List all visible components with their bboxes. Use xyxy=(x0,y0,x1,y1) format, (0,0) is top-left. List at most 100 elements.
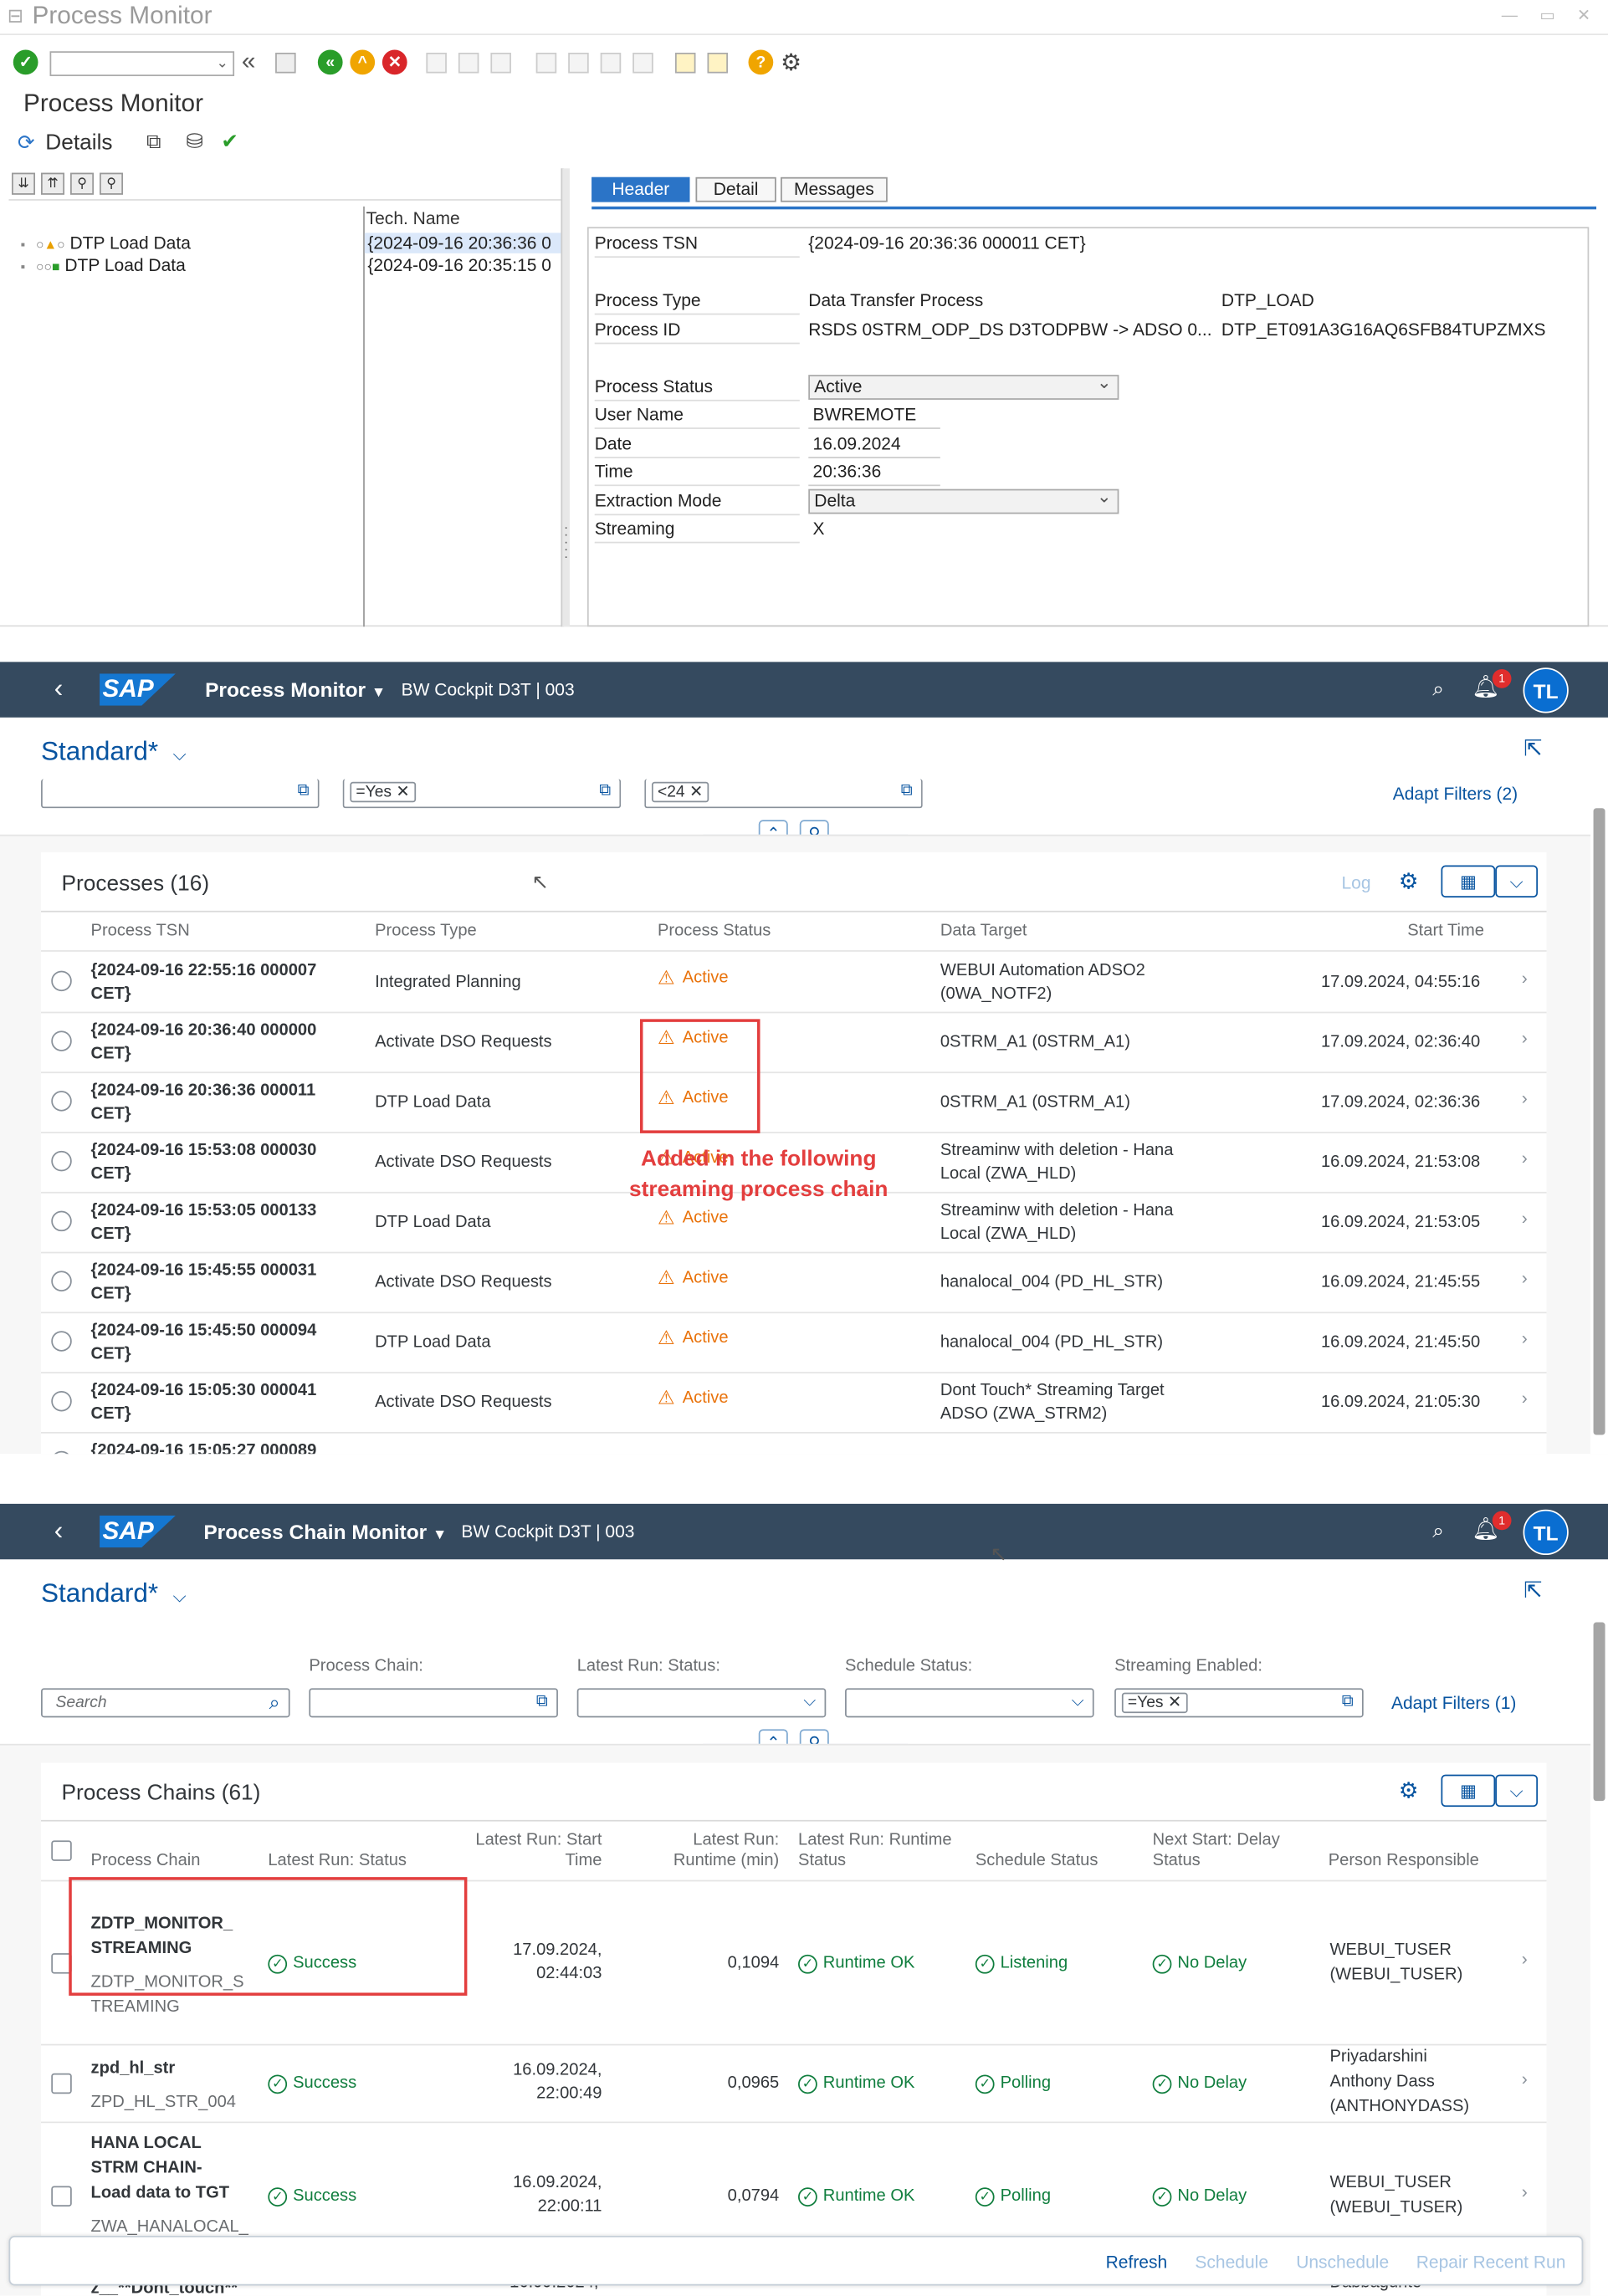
back-icon[interactable]: « xyxy=(317,49,343,75)
schedule-button[interactable]: Schedule xyxy=(1195,2252,1268,2273)
tree-row[interactable]: ▪ ○▲○ DTP Load Data xyxy=(21,233,191,253)
row-navigation-icon[interactable]: › xyxy=(1522,1328,1528,1349)
row-navigation-icon[interactable]: › xyxy=(1522,1088,1528,1109)
col-process-tsn[interactable]: Process TSN xyxy=(91,921,190,942)
row-radio[interactable] xyxy=(51,1390,72,1412)
back-double-icon[interactable]: « xyxy=(242,47,256,76)
app-title-menu[interactable]: Process Monitor ▼ xyxy=(205,678,386,701)
value-help-icon[interactable]: ⧉ xyxy=(599,782,611,801)
row-radio[interactable] xyxy=(51,970,72,992)
filter-field[interactable]: <24 ✕ ⧉ xyxy=(644,779,923,809)
extraction-mode-dropdown[interactable]: Delta xyxy=(808,486,1119,514)
col-process-status[interactable]: Process Status xyxy=(658,921,771,942)
scroll-thumb[interactable] xyxy=(1593,808,1605,1435)
search-input[interactable]: Search ⌕ xyxy=(41,1688,290,1718)
tree-row[interactable]: ▪ ○○■ DTP Load Data xyxy=(21,255,186,276)
col-latest-run-start-time[interactable]: Latest Run: Start Time xyxy=(439,1830,602,1871)
settings-gear-icon[interactable]: ⚙ xyxy=(781,49,801,78)
repair-recent-run-button[interactable]: Repair Recent Run xyxy=(1416,2252,1566,2273)
col-person-responsible[interactable]: Person Responsible xyxy=(1329,1851,1490,1872)
log-button[interactable]: Log xyxy=(1341,872,1370,893)
row-radio[interactable] xyxy=(51,1091,72,1112)
row-navigation-icon[interactable]: › xyxy=(1522,968,1528,989)
tree-row-tsn[interactable]: {2024-09-16 20:35:15 0 xyxy=(365,255,564,276)
help-icon[interactable]: ? xyxy=(748,49,774,75)
settings-gear-icon[interactable]: ⚙ xyxy=(1399,868,1419,895)
col-next-start-delay-status[interactable]: Next Start: Delay Status xyxy=(1153,1830,1314,1871)
streaming-enabled-filter[interactable]: =Yes ✕ ⧉ xyxy=(1114,1688,1364,1718)
row-radio[interactable] xyxy=(51,1150,72,1172)
vertical-scrollbar[interactable] xyxy=(1590,808,1608,1455)
export-button[interactable]: ▦ xyxy=(1441,865,1496,898)
find-next-tree-icon[interactable]: ⚲ xyxy=(100,172,124,195)
tree-row-tsn[interactable]: {2024-09-16 20:36:36 0 xyxy=(364,233,564,253)
row-radio[interactable] xyxy=(51,1210,72,1232)
back-arrow-icon[interactable]: ‹ xyxy=(54,1516,64,1547)
value-help-icon[interactable]: ⧉ xyxy=(536,1693,548,1712)
enter-icon[interactable]: ✓ xyxy=(13,49,38,75)
row-navigation-icon[interactable]: › xyxy=(1522,1388,1528,1409)
latest-run-status-select[interactable]: ⌵ xyxy=(576,1688,827,1718)
row-navigation-icon[interactable]: › xyxy=(1522,2181,1528,2201)
process-chain-filter[interactable]: ⧉ xyxy=(309,1688,558,1718)
share-icon[interactable]: ⇱ xyxy=(1524,735,1542,762)
row-navigation-icon[interactable]: › xyxy=(1522,1148,1528,1168)
share-icon[interactable]: ⇱ xyxy=(1524,1577,1542,1603)
filter-field[interactable]: ⧉ xyxy=(41,779,320,809)
window-menu-icon[interactable]: ⊟ xyxy=(8,0,23,33)
col-latest-run-runtime-status[interactable]: Latest Run: Runtime Status xyxy=(798,1830,960,1871)
row-navigation-icon[interactable]: › xyxy=(1522,1208,1528,1229)
tab-detail[interactable]: Detail xyxy=(695,176,776,202)
search-icon[interactable]: ⌕ xyxy=(1432,1518,1444,1543)
adapt-filters-link[interactable]: Adapt Filters (1) xyxy=(1391,1693,1516,1714)
col-process-chain[interactable]: Process Chain xyxy=(91,1851,253,1872)
find-icon[interactable] xyxy=(458,53,479,74)
first-page-icon[interactable] xyxy=(535,53,557,74)
create-session-icon[interactable] xyxy=(674,53,696,74)
select-all-checkbox[interactable] xyxy=(51,1840,72,1861)
row-radio[interactable] xyxy=(51,1331,72,1352)
filter-token[interactable]: <24 ✕ xyxy=(651,781,709,803)
cancel-icon[interactable]: ✕ xyxy=(382,49,407,75)
export-button[interactable]: ▦ xyxy=(1441,1774,1496,1808)
process-status-dropdown[interactable]: Active xyxy=(808,372,1119,400)
row-navigation-icon[interactable]: › xyxy=(1522,2068,1528,2089)
tab-messages[interactable]: Messages xyxy=(781,176,888,202)
col-process-type[interactable]: Process Type xyxy=(375,921,477,942)
copy-icon[interactable]: ⧉ xyxy=(146,129,161,154)
app-title-menu[interactable]: Process Chain Monitor ▼ xyxy=(203,1520,447,1543)
settings-gear-icon[interactable]: ⚙ xyxy=(1399,1777,1419,1804)
row-radio[interactable] xyxy=(51,1030,72,1051)
filter-field[interactable]: =Yes ✕ ⧉ xyxy=(342,779,622,809)
avatar[interactable]: TL xyxy=(1523,667,1569,713)
back-arrow-icon[interactable]: ‹ xyxy=(54,673,64,704)
col-latest-run-runtime[interactable]: Latest Run: Runtime (min) xyxy=(644,1830,779,1871)
row-checkbox[interactable] xyxy=(51,2185,72,2207)
details-button[interactable]: Details xyxy=(45,130,112,156)
col-start-time[interactable]: Start Time xyxy=(1407,921,1484,942)
check-icon[interactable]: ✔ xyxy=(221,129,238,154)
binoculars-icon[interactable]: ⚲ xyxy=(70,172,95,195)
export-menu-button[interactable]: ⌵ xyxy=(1495,865,1539,898)
col-schedule-status[interactable]: Schedule Status xyxy=(976,1851,1137,1872)
row-navigation-icon[interactable]: › xyxy=(1522,1948,1528,1969)
shortcut-icon[interactable] xyxy=(707,53,728,74)
refresh-button[interactable]: Refresh xyxy=(1106,2252,1168,2273)
schedule-status-select[interactable]: ⌵ xyxy=(845,1688,1094,1718)
database-icon[interactable]: ⛁ xyxy=(186,129,203,154)
exit-icon[interactable]: ^ xyxy=(350,49,376,75)
command-field[interactable]: ⌄ xyxy=(49,51,235,77)
value-help-icon[interactable]: ⧉ xyxy=(298,782,310,801)
row-navigation-icon[interactable]: › xyxy=(1522,1268,1528,1289)
search-icon[interactable]: ⌕ xyxy=(269,1691,280,1715)
save-icon[interactable] xyxy=(275,53,296,74)
vertical-scrollbar[interactable] xyxy=(1590,1577,1608,2296)
filter-token[interactable]: =Yes ✕ xyxy=(350,781,416,803)
row-checkbox[interactable] xyxy=(51,2072,72,2094)
last-page-icon[interactable] xyxy=(632,53,653,74)
adapt-filters-link[interactable]: Adapt Filters (2) xyxy=(1393,784,1518,805)
unschedule-button[interactable]: Unschedule xyxy=(1296,2252,1389,2273)
collapse-all-icon[interactable]: ⇈ xyxy=(41,172,65,195)
value-help-icon[interactable]: ⧉ xyxy=(901,782,913,801)
col-latest-run-status[interactable]: Latest Run: Status xyxy=(268,1851,443,1872)
